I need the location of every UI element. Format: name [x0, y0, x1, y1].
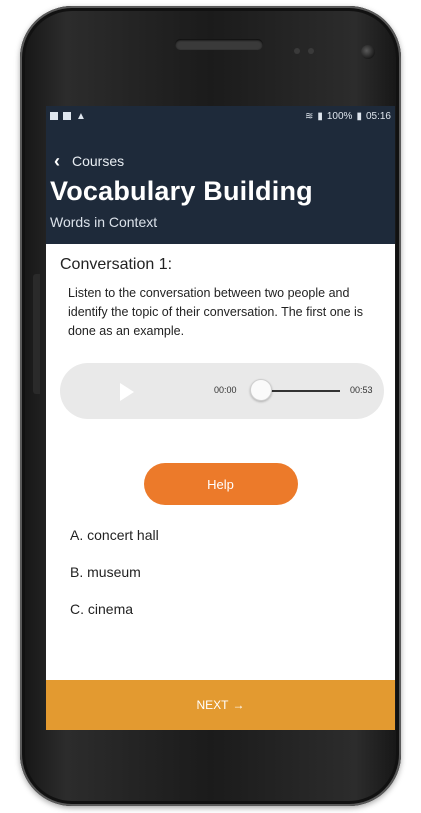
battery-percent: 100% — [326, 110, 353, 122]
wifi-icon: ≋ — [304, 110, 314, 122]
page-title: Vocabulary Building — [50, 176, 313, 206]
seek-track[interactable] — [260, 390, 340, 392]
next-label: NEXT — [196, 698, 229, 712]
notification-icon — [50, 112, 58, 120]
app-screen: ▲ ≋ ▮ 100% ▮ 05:16 ‹ Courses Vocabulary … — [46, 106, 395, 730]
option-a[interactable]: A. concert hall — [70, 523, 381, 560]
seek-knob[interactable] — [250, 379, 272, 401]
chevron-left-icon[interactable]: ‹ — [54, 152, 60, 170]
signal-icon: ▮ — [317, 110, 323, 122]
sensor-dots — [294, 41, 322, 59]
main-content: Conversation 1: Listen to the conversati… — [46, 256, 395, 634]
help-button[interactable]: Help — [143, 463, 298, 505]
answer-options: A. concert hall B. museum C. cinema — [60, 523, 381, 634]
status-icons-right: ≋ ▮ 100% ▮ 05:16 — [305, 111, 391, 122]
back-label[interactable]: Courses — [72, 153, 124, 169]
audio-player: 00:00 00:53 — [60, 363, 384, 419]
current-time: 00:00 — [214, 385, 237, 395]
alert-icon: ▲ — [76, 110, 87, 122]
front-camera — [361, 45, 375, 59]
status-time: 05:16 — [365, 110, 391, 122]
battery-icon: ▮ — [356, 110, 362, 122]
earpiece-speaker — [175, 39, 263, 50]
volume-button — [33, 274, 40, 394]
play-icon[interactable] — [120, 383, 134, 401]
conversation-title: Conversation 1: — [60, 256, 173, 273]
instructions-text: Listen to the conversation between two p… — [68, 286, 364, 338]
app-header: ‹ Courses Vocabulary Building Words in C… — [46, 126, 395, 244]
back-nav[interactable]: ‹ Courses — [54, 152, 124, 170]
arrow-right-icon: → — [232, 698, 245, 712]
option-c[interactable]: C. cinema — [70, 597, 381, 634]
total-time: 00:53 — [350, 385, 373, 395]
option-b[interactable]: B. museum — [70, 560, 381, 597]
status-bar: ▲ ≋ ▮ 100% ▮ 05:16 — [46, 106, 395, 126]
next-button[interactable]: NEXT → — [46, 680, 395, 730]
status-icons-left: ▲ — [50, 111, 87, 122]
message-icon — [63, 112, 71, 120]
page-subtitle: Words in Context — [50, 214, 158, 230]
